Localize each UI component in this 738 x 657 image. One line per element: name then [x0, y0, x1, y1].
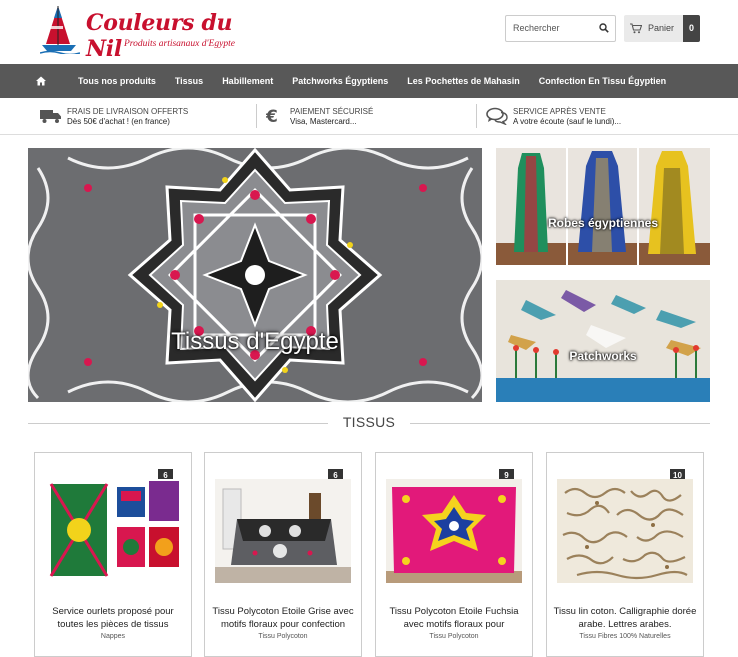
main-navigation: Tous nos produits Tissus Habillement Pat…	[0, 64, 738, 98]
product-image[interactable]	[215, 479, 351, 583]
product-category[interactable]: Tissu Polycoton	[376, 633, 532, 640]
cart-icon	[630, 23, 642, 34]
logo[interactable]: Couleurs du Nil Produits artisanaux d'Eg…	[40, 4, 250, 62]
search-icon[interactable]	[599, 23, 609, 33]
nav-item-pochettes[interactable]: Les Pochettes de Mahasin	[407, 76, 520, 86]
tissus-pattern-image	[28, 148, 482, 402]
feature-payment-subtitle: Visa, Mastercard...	[290, 117, 357, 126]
nav-item-confection[interactable]: Confection En Tissu Égyptien	[539, 76, 666, 86]
product-image[interactable]	[45, 479, 181, 583]
felucca-logo-icon	[40, 6, 80, 54]
logo-title: Couleurs du Nil	[86, 10, 233, 62]
nav-item-habillement[interactable]: Habillement	[222, 76, 273, 86]
product-title[interactable]: Tissu Polycoton Etoile Fuchsia avec moti…	[382, 605, 526, 631]
product-image[interactable]	[386, 479, 522, 583]
feature-payment: € PAIEMENT SÉCURISÉ Visa, Mastercard...	[266, 98, 466, 135]
product-card[interactable]: 6 Service ourlets proposé pour toutes le…	[34, 452, 192, 657]
robes-image	[496, 148, 710, 265]
product-card[interactable]: 6 Tissu Polycoton Etoile Grise avec moti…	[204, 452, 362, 657]
svg-text:€: €	[266, 107, 278, 125]
euro-icon: €	[266, 107, 278, 125]
feature-service-title: SERVICE APRÈS VENTE	[513, 107, 606, 116]
product-title[interactable]: Service ourlets proposé pour toutes les …	[41, 605, 185, 631]
chat-icon	[486, 107, 508, 125]
banner-patchworks[interactable]: Patchworks	[496, 280, 710, 402]
product-title[interactable]: Tissu lin coton. Calligraphie dorée arab…	[553, 605, 697, 631]
cart-count-badge: 0	[683, 15, 700, 42]
cart-button[interactable]: Panier 0	[624, 15, 700, 42]
product-title[interactable]: Tissu Polycoton Etoile Grise avec motifs…	[211, 605, 355, 631]
patchworks-image	[496, 280, 710, 402]
cart-label: Panier	[648, 23, 675, 33]
nav-item-patchworks[interactable]: Patchworks Égyptiens	[292, 76, 388, 86]
search-input[interactable]: Rechercher	[505, 15, 616, 42]
feature-divider	[476, 104, 477, 128]
feature-shipping-title: FRAIS DE LIVRAISON OFFERTS	[67, 107, 189, 116]
nav-item-all-products[interactable]: Tous nos produits	[78, 76, 156, 86]
feature-service: SERVICE APRÈS VENTE A votre écoute (sauf…	[486, 98, 706, 135]
truck-icon	[40, 110, 61, 123]
search-placeholder: Rechercher	[513, 23, 560, 33]
feature-shipping-subtitle: Dès 50€ d'achat ! (en france)	[67, 117, 170, 126]
feature-shipping: FRAIS DE LIVRAISON OFFERTS Dès 50€ d'ach…	[40, 98, 250, 135]
section-title: TISSUS	[342, 414, 396, 430]
banner-robes[interactable]: Robes égyptiennes	[496, 148, 710, 265]
feature-payment-title: PAIEMENT SÉCURISÉ	[290, 107, 374, 116]
feature-divider	[256, 104, 257, 128]
product-image[interactable]	[557, 479, 693, 583]
nav-home[interactable]	[36, 76, 59, 86]
header: Couleurs du Nil Produits artisanaux d'Eg…	[0, 0, 738, 64]
product-card[interactable]: 9 Tissu Polycoton Etoile Fuchsia avec mo…	[375, 452, 533, 657]
product-card[interactable]: 10 Tissu lin coton. Calligraphie dorée a…	[546, 452, 704, 657]
banner-tissus-caption: Tissus d'Egypte	[171, 328, 339, 355]
banner-tissus[interactable]: Tissus d'Egypte	[28, 148, 482, 402]
nav-item-tissus[interactable]: Tissus	[175, 76, 203, 86]
product-category[interactable]: Tissu Fibres 100% Naturelles	[547, 633, 703, 640]
features-bar: FRAIS DE LIVRAISON OFFERTS Dès 50€ d'ach…	[0, 98, 738, 135]
product-category[interactable]: Nappes	[35, 633, 191, 640]
banner-robes-caption: Robes égyptiennes	[547, 216, 659, 230]
banner-patchworks-caption: Patchworks	[569, 349, 637, 363]
section-heading: TISSUS	[28, 413, 710, 433]
feature-service-subtitle: A votre écoute (sauf le lundi)...	[513, 117, 622, 126]
product-category[interactable]: Tissu Polycoton	[205, 633, 361, 640]
home-icon[interactable]	[36, 76, 46, 86]
logo-subtitle: Produits artisanaux d'Egypte	[124, 39, 235, 49]
